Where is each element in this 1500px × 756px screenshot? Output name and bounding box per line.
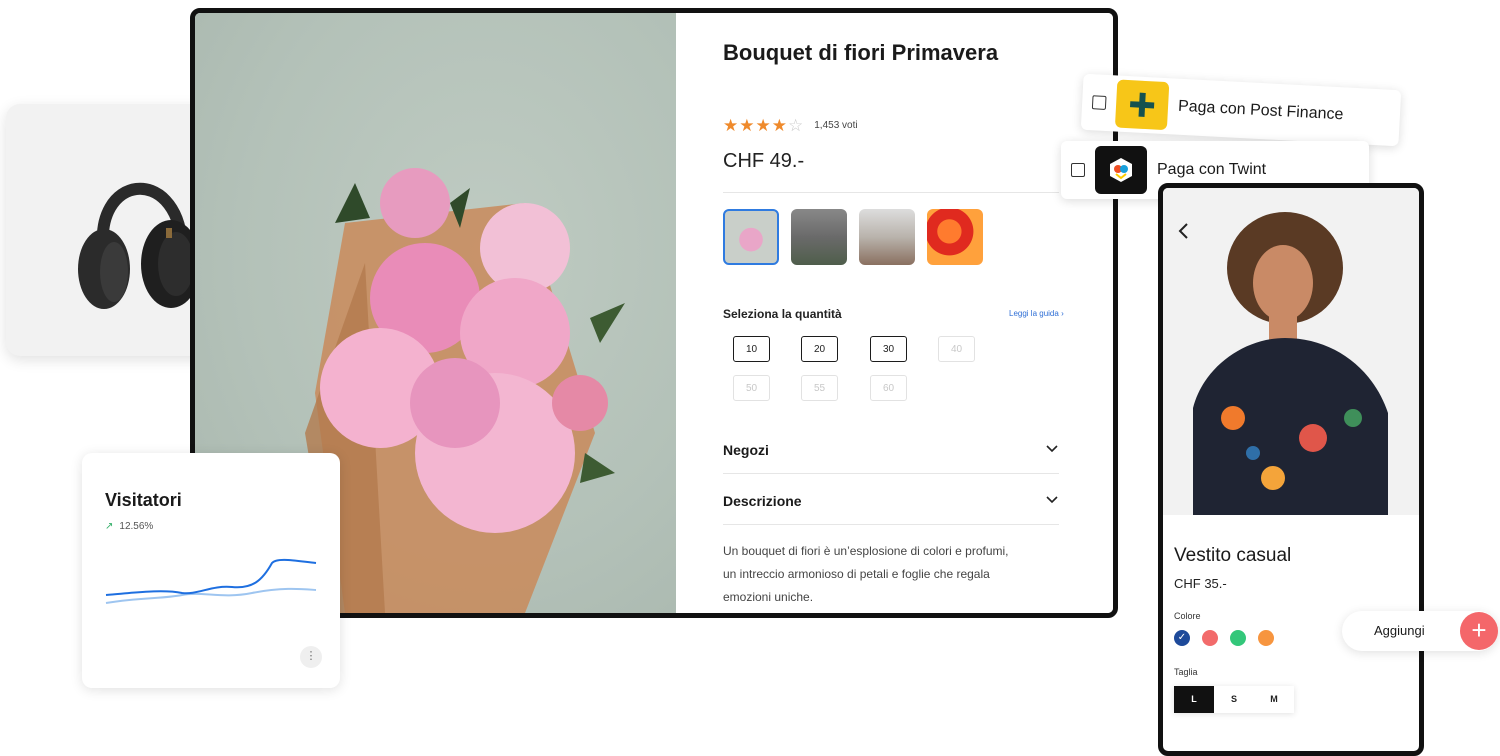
product-title: Bouquet di fiori Primavera [723,40,999,65]
thumbnail-dried-flowers[interactable] [859,209,915,265]
product-details-panel: Bouquet di fiori Primavera ★ ★ ★ ★ ☆ 1,4… [676,13,1113,613]
divider [723,192,1059,193]
product-price: CHF 49.- [723,150,805,172]
chevron-right-icon: › [1061,309,1064,318]
color-label: Colore [1174,611,1201,621]
divider [723,524,1059,525]
product-description: Un bouquet di fiori è un’esplosione di c… [723,544,1009,604]
visitors-card: Visitatori ↗ 12.56% ⋮ [82,453,340,688]
add-label: Aggiungi [1374,623,1425,638]
product-name: Vestito casual [1174,545,1292,566]
size-label: Taglia [1174,667,1198,677]
color-swatch-blue[interactable]: ✓ [1174,630,1190,646]
visitors-line-chart [105,558,317,604]
thumbnail-bouquet-peonies[interactable] [723,209,779,265]
quantity-label: Seleziona la quantità [723,307,842,321]
quantity-option[interactable]: 20 [801,336,838,362]
star-icon: ★ [739,116,755,135]
phone-product-mockup: Vestito casual CHF 35.- Colore ✓ Taglia … [1158,183,1424,756]
accordion-label: Descrizione [723,493,802,509]
thumbnail-tulips-vase[interactable] [791,209,847,265]
accordion-descrizione[interactable]: Descrizione [723,493,1059,543]
checkbox[interactable] [1071,163,1085,177]
product-rating: ★ ★ ★ ★ ☆ 1,453 voti [723,117,858,134]
chevron-down-icon [1045,493,1059,510]
check-icon: ✓ [1177,632,1187,643]
star-empty-icon: ☆ [788,116,804,135]
color-swatch-orange[interactable] [1258,630,1274,646]
quantity-option-disabled: 55 [801,375,838,401]
color-swatch-red[interactable] [1202,630,1218,646]
plus-icon[interactable]: + [1460,612,1498,650]
star-icon: ★ [723,116,739,135]
accordion-label: Negozi [723,442,769,458]
star-icon: ★ [771,116,787,135]
checkbox[interactable] [1091,95,1107,110]
postfinance-logo [1114,79,1170,131]
guide-link-label: Leggi la guida [1009,309,1059,318]
add-to-cart-button[interactable]: Aggiungi + [1342,611,1498,651]
back-chevron-icon[interactable] [1177,222,1191,246]
star-icon: ★ [755,116,771,135]
payment-label: Paga con Twint [1157,161,1267,178]
size-selector: L S M [1174,686,1294,713]
quantity-option-disabled: 40 [938,336,975,362]
visitors-title: Visitatori [105,490,182,510]
chevron-down-icon [1045,442,1059,459]
product-thumbnails [723,209,995,265]
color-swatch-green[interactable] [1230,630,1246,646]
rating-votes: 1,453 voti [814,120,858,131]
quantity-option-disabled: 50 [733,375,770,401]
size-option-s[interactable]: S [1214,686,1254,713]
twint-logo [1095,146,1147,194]
accordion-negozi[interactable]: Negozi [723,442,1059,492]
payment-option-postfinance[interactable]: Paga con Post Finance [1080,73,1402,147]
quantity-option-disabled: 60 [870,375,907,401]
visitors-growth: ↗ 12.56% [105,521,153,532]
thumbnail-orange-red-roses[interactable] [927,209,983,265]
product-price: CHF 35.- [1174,576,1227,591]
growth-value: 12.56% [119,521,154,532]
trend-up-icon: ↗ [105,521,114,532]
guide-link[interactable]: Leggi la guida › [1009,309,1064,318]
quantity-option[interactable]: 10 [733,336,770,362]
divider [723,473,1059,474]
size-option-m[interactable]: M [1254,686,1294,713]
size-option-l[interactable]: L [1174,686,1214,713]
more-vertical-icon[interactable]: ⋮ [300,646,322,668]
color-swatches: ✓ [1174,630,1286,646]
quantity-option[interactable]: 30 [870,336,907,362]
payment-label: Paga con Post Finance [1177,97,1344,124]
dress-model-image [1163,188,1419,515]
